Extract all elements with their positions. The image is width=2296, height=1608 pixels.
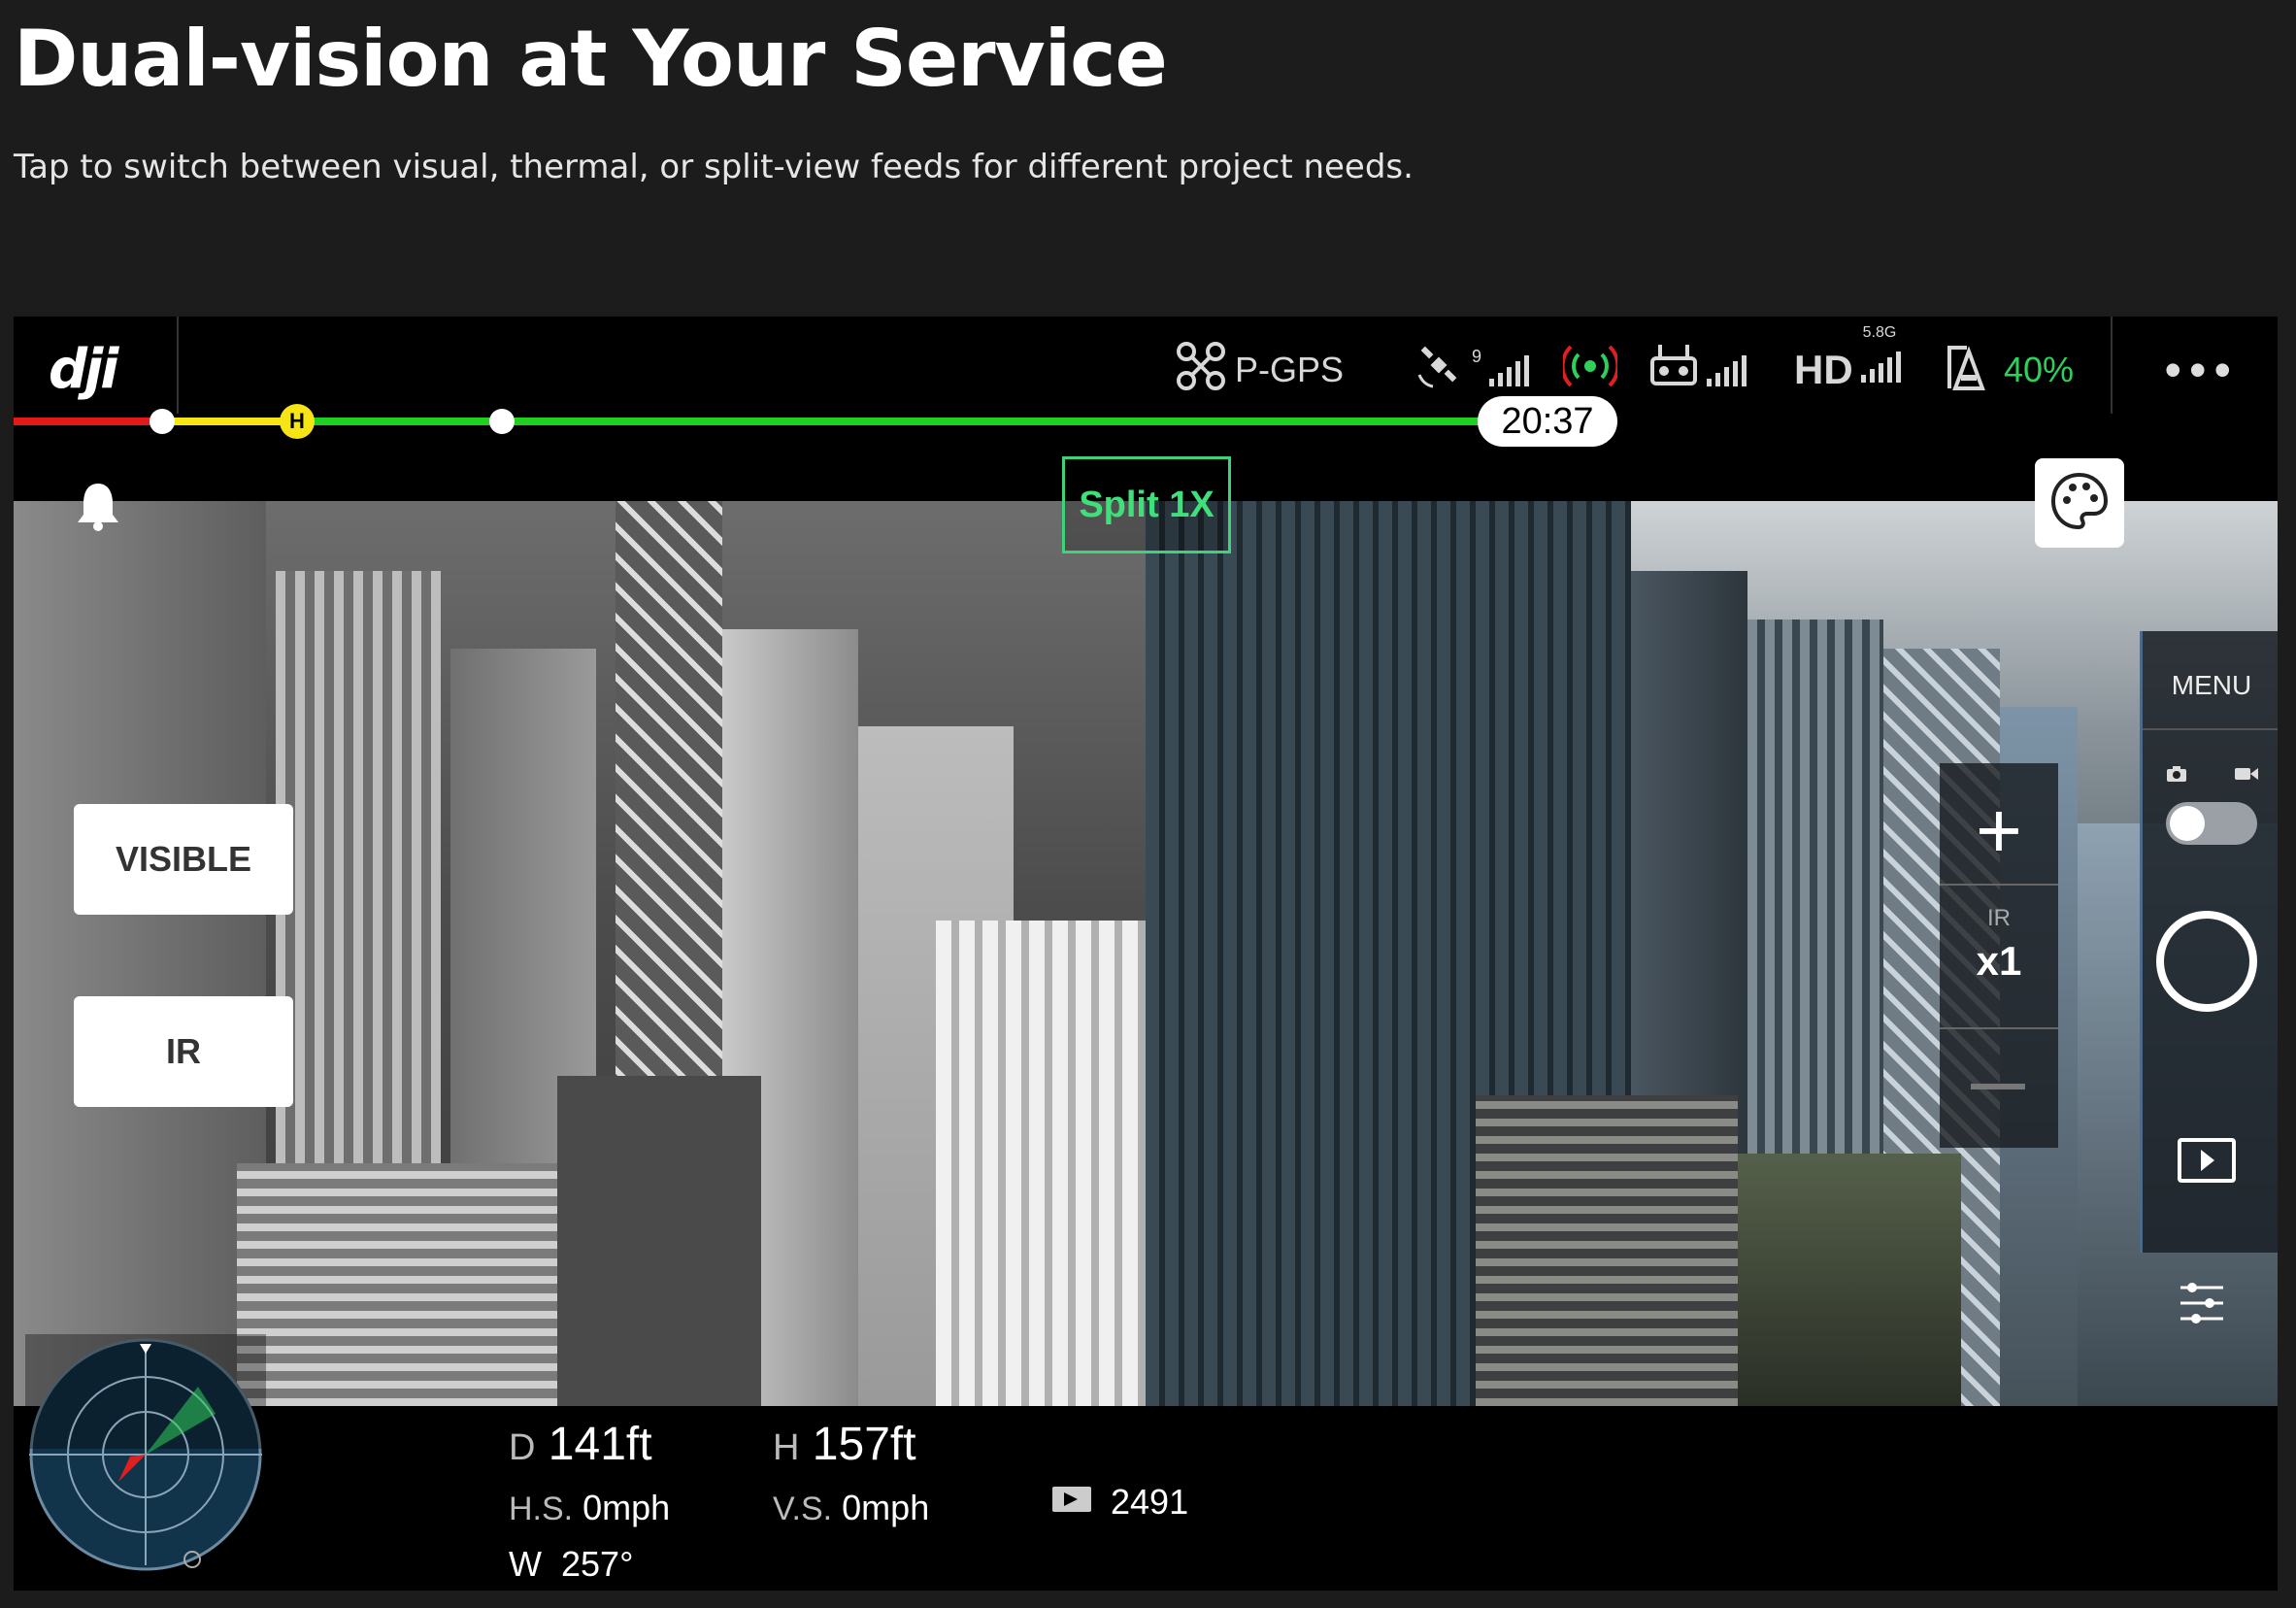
vis-building — [1476, 1095, 1738, 1406]
heading-readout: W 257° — [509, 1544, 633, 1585]
flight-time-remaining: 20:37 — [1478, 396, 1617, 447]
horizontal-speed-readout: H.S. 0mph — [509, 1488, 670, 1528]
rc-signal-status[interactable] — [1648, 336, 1747, 404]
logo-divider — [177, 317, 179, 414]
timeline-green-segment — [309, 418, 1499, 425]
menu-button[interactable]: MENU — [2143, 670, 2278, 701]
bell-icon[interactable] — [76, 480, 120, 537]
height-prefix: H — [773, 1427, 800, 1468]
telemetry-bar: D 141ft H 157ft H.S. 0mph V.S. 0mph 2491… — [14, 1334, 2278, 1591]
heading-label: W — [509, 1544, 542, 1584]
headline: Dual-vision at Your Service — [14, 14, 1168, 104]
transmission-label: HD — [1794, 347, 1853, 392]
shutter-button[interactable] — [2156, 911, 2257, 1012]
rc-signal-bars — [1707, 353, 1747, 386]
palette-icon — [2049, 471, 2110, 536]
distance-readout: D 141ft — [509, 1418, 652, 1471]
camera-control-panel: MENU — [2140, 631, 2278, 1253]
flight-mode-label: P-GPS — [1235, 350, 1345, 389]
hs-value: 0mph — [582, 1488, 671, 1527]
drone-icon — [1175, 340, 1227, 401]
palette-button[interactable] — [2035, 458, 2124, 548]
vertical-speed-readout: V.S. 0mph — [773, 1488, 929, 1528]
timeline-home-marker: H — [280, 404, 315, 439]
heading-value: 257° — [561, 1544, 634, 1584]
flight-mode-status[interactable]: P-GPS — [1175, 336, 1344, 404]
timeline-landing-marker — [150, 409, 175, 434]
thermal-feed[interactable] — [14, 501, 1146, 1406]
playback-icon — [2181, 1150, 2232, 1183]
zoom-divider — [1940, 1027, 2058, 1029]
height-readout: H 157ft — [773, 1418, 916, 1471]
satellite-icon — [1415, 342, 1464, 399]
vs-value: 0mph — [842, 1488, 930, 1527]
video-icon — [2234, 765, 2259, 787]
ir-mode-button[interactable]: IR — [74, 996, 293, 1107]
battery-icon — [1946, 340, 1996, 401]
distance-prefix: D — [509, 1427, 536, 1468]
ir-building — [936, 921, 1146, 1406]
ir-building — [237, 1163, 557, 1406]
subline: Tap to switch between visual, thermal, o… — [14, 148, 1414, 186]
visible-feed[interactable] — [1146, 501, 2278, 1406]
dji-logo[interactable]: dji — [49, 338, 165, 425]
camera-icon — [2166, 765, 2187, 787]
photo-count-value: 2491 — [1111, 1482, 1189, 1522]
photo-count-readout: 2491 — [1050, 1482, 1188, 1523]
gps-signal-bars — [1489, 353, 1530, 386]
playback-button[interactable] — [2178, 1138, 2236, 1183]
distance-value: 141ft — [548, 1419, 652, 1470]
zoom-in-button[interactable]: + — [1940, 783, 2058, 880]
zoom-divider — [1940, 884, 2058, 886]
vis-street — [1738, 1154, 1961, 1406]
battery-percent: 40% — [2004, 350, 2075, 389]
remote-controller-icon — [1648, 341, 1699, 400]
battery-flight-timeline: H — [14, 404, 1499, 439]
more-options-button[interactable]: ••• — [2164, 342, 2239, 398]
zoom-source-label: IR — [1987, 905, 2011, 931]
obstacle-sensing-status[interactable] — [1560, 336, 1620, 404]
photo-video-toggle[interactable] — [2166, 802, 2257, 845]
radar-icon[interactable] — [25, 1334, 266, 1580]
zoom-out-button[interactable] — [1971, 1084, 2025, 1089]
hs-label: H.S. — [509, 1491, 574, 1527]
battery-status[interactable]: 40% — [1946, 336, 2074, 404]
visible-mode-button[interactable]: VISIBLE — [74, 804, 293, 915]
timeline-rth-marker — [489, 409, 515, 434]
view-mode-badge[interactable]: Split 1X — [1062, 456, 1231, 553]
signal-icon — [1560, 339, 1620, 402]
drone-app-screen: dji P-GPS 9 HD 5.8G 40% ••• H 20:37 Spli… — [14, 317, 2278, 1591]
gps-status[interactable]: 9 — [1415, 336, 1530, 404]
transmission-signal-bars — [1860, 350, 1901, 383]
camera-settings-button[interactable] — [2177, 1278, 2227, 1333]
toggle-knob — [2170, 806, 2205, 841]
ir-street — [557, 1076, 761, 1406]
height-value: 157ft — [812, 1419, 916, 1470]
photo-count-icon — [1050, 1482, 1093, 1523]
settings-sliders-icon — [2177, 1283, 2227, 1332]
zoom-control: + IR x1 — [1940, 763, 2058, 1148]
ir-building — [14, 501, 266, 1406]
satellite-count: 9 — [1472, 346, 1482, 366]
zoom-level: x1 — [1976, 938, 2022, 984]
menu-divider — [2143, 728, 2278, 730]
transmission-status[interactable]: HD 5.8G — [1794, 324, 1901, 404]
timeline-red-segment — [14, 418, 161, 425]
band-label: 5.8G — [1862, 323, 1897, 341]
vs-label: V.S. — [773, 1491, 833, 1527]
topbar-divider — [2111, 317, 2113, 414]
